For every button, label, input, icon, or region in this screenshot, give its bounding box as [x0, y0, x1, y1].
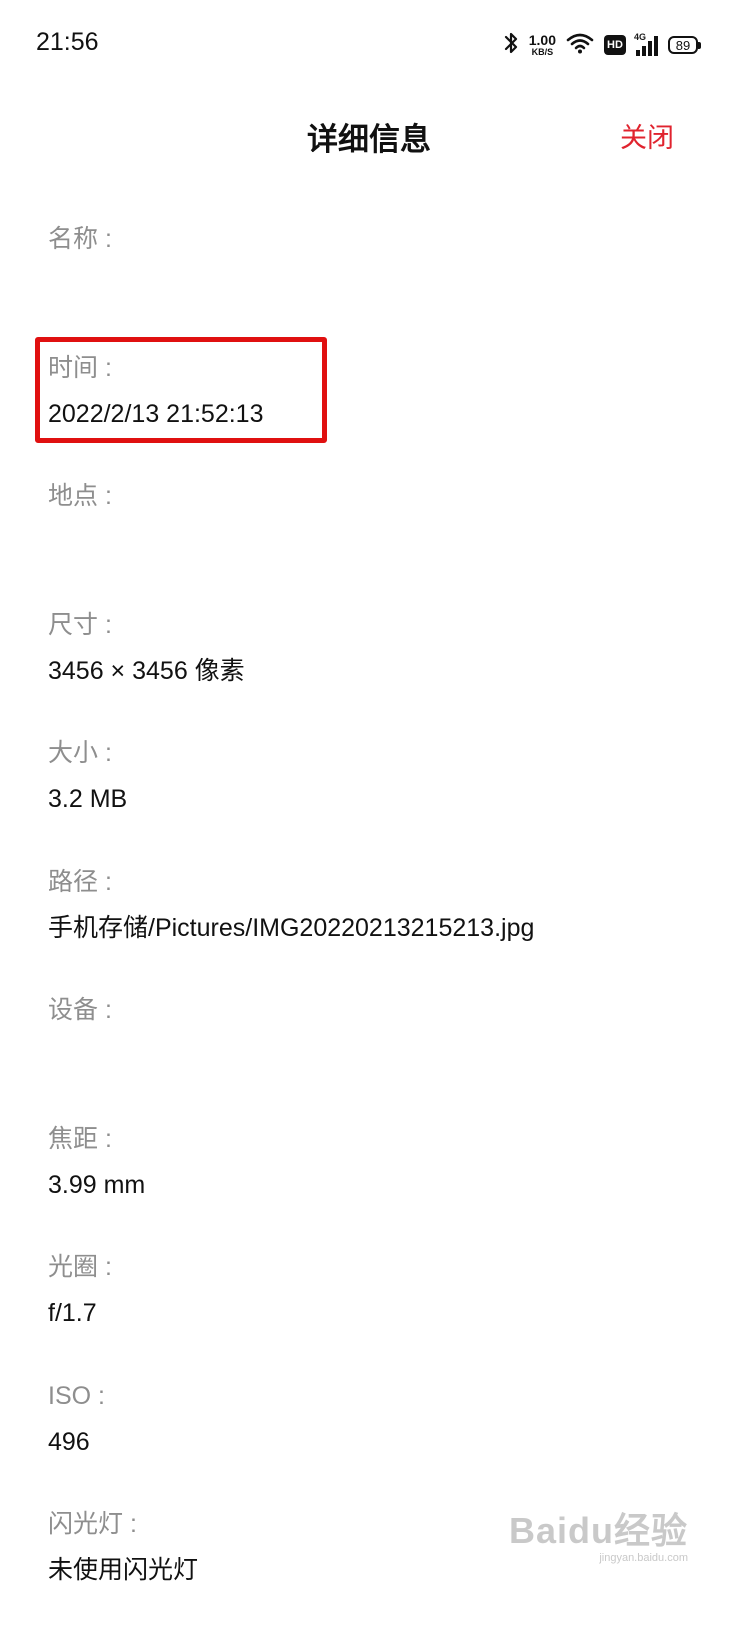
watermark-logo: Baidu经验 [508, 1510, 688, 1551]
highlight-box [35, 337, 327, 443]
field-value [48, 525, 688, 559]
battery-icon: 89 [668, 36, 701, 54]
network-type: 4G [634, 32, 647, 42]
field-value [48, 268, 688, 302]
field-label: 设备 : [48, 996, 112, 1024]
network-speed: 1.00 KB/S [529, 33, 556, 57]
field-label: 名称 : [48, 225, 112, 253]
close-button[interactable]: 关闭 [620, 116, 674, 155]
field-device: 设备 : [48, 993, 688, 1122]
status-icons: 1.00 KB/S HD 4G 89 [503, 30, 701, 60]
field-label: 焦距 : [48, 1124, 112, 1153]
battery-level: 89 [675, 37, 691, 53]
field-size: 大小 : 3.2 MB [48, 736, 688, 865]
field-value: 3456 × 3456 像素 [48, 656, 245, 685]
bluetooth-icon [503, 31, 519, 60]
field-focal-length: 焦距 : 3.99 mm [48, 1122, 688, 1251]
status-time: 21:56 [36, 28, 99, 56]
field-aperture: 光圈 : f/1.7 [48, 1250, 688, 1379]
field-label: 光圈 : [48, 1253, 112, 1281]
field-value: 3.2 MB [48, 785, 128, 813]
field-location: 地点 : [48, 479, 688, 608]
field-value: 手机存储/Pictures/IMG20220213215213.jpg [48, 913, 535, 942]
wifi-icon [566, 32, 594, 59]
field-name: 名称 : [48, 222, 688, 351]
field-label: ISO : [48, 1381, 105, 1410]
field-value [48, 1039, 688, 1073]
field-label: 地点 : [48, 482, 112, 510]
header: 详细信息 关闭 [0, 100, 738, 170]
field-label: 尺寸 : [48, 610, 112, 639]
field-value: 3.99 mm [48, 1170, 146, 1199]
status-bar: 21:56 1.00 KB/S HD 4G 89 [0, 0, 738, 90]
field-path: 路径 : 手机存储/Pictures/IMG20220213215213.jpg [48, 865, 688, 994]
field-iso: ISO : 496 [48, 1379, 688, 1508]
watermark: Baidu经验 jingyan.baidu.com [509, 1502, 688, 1564]
network-speed-value: 1.00 [528, 32, 556, 48]
field-label: 大小 : [48, 739, 112, 767]
field-value: 496 [48, 1427, 90, 1456]
network-speed-unit: KB/S [531, 47, 554, 57]
field-label: 路径 : [48, 867, 112, 896]
hd-icon: HD [604, 35, 626, 55]
signal-icon: 4G [634, 32, 658, 56]
field-dimensions: 尺寸 : 3456 × 3456 像素 [48, 608, 688, 737]
field-value: f/1.7 [48, 1299, 97, 1327]
